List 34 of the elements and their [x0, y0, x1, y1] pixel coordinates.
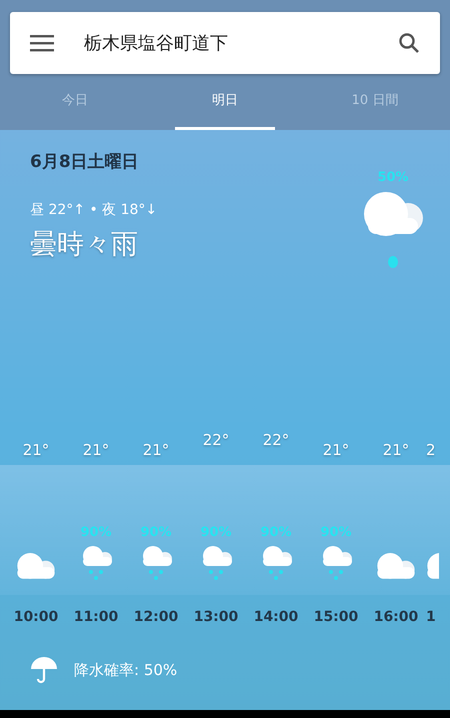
precip-chance: 90% [260, 524, 292, 542]
tab[interactable]: 明日 [175, 74, 275, 130]
time-text: 11:00 [74, 608, 118, 627]
precip-chance: 90% [200, 524, 232, 542]
time-text: 16:00 [374, 608, 418, 627]
precip-chance: 50% [377, 169, 409, 187]
menu-icon[interactable] [30, 34, 54, 52]
tab[interactable]: 10 日間 [325, 74, 425, 130]
time-text: 12:00 [134, 608, 178, 627]
search-icon[interactable] [398, 32, 420, 54]
date-text: 6月8日土曜日 [30, 151, 140, 174]
precip-summary: 降水確率: 50% [74, 660, 178, 681]
temperature-range: 昼 22°↑ • 夜 18°↓ [30, 200, 158, 220]
precip-chance: 90% [80, 524, 112, 542]
precip-chance: 90% [140, 524, 172, 542]
time-text: 15:00 [314, 608, 358, 627]
time-text: 1 [426, 608, 436, 627]
temperature-text: 21° [142, 440, 170, 461]
temperature-text: 22° [262, 430, 290, 451]
time-text: 10:00 [14, 608, 58, 627]
temperature-text: 21° [382, 440, 410, 461]
temperature-text: 2 [426, 440, 436, 461]
location-text: 栃木県塩谷町道下 [84, 32, 229, 56]
time-text: 13:00 [194, 608, 238, 627]
temperature-text: 21° [82, 440, 110, 461]
umbrella-icon [30, 656, 58, 684]
search-bar[interactable]: 栃木県塩谷町道下 [10, 12, 440, 74]
precip-chance: 90% [320, 524, 352, 542]
temperature-text: 21° [322, 440, 350, 461]
time-text: 14:00 [254, 608, 298, 627]
tab[interactable]: 今日 [25, 74, 125, 130]
condition-text: 曇時々雨 [30, 228, 139, 262]
temperature-text: 22° [202, 430, 230, 451]
temperature-text: 21° [22, 440, 50, 461]
